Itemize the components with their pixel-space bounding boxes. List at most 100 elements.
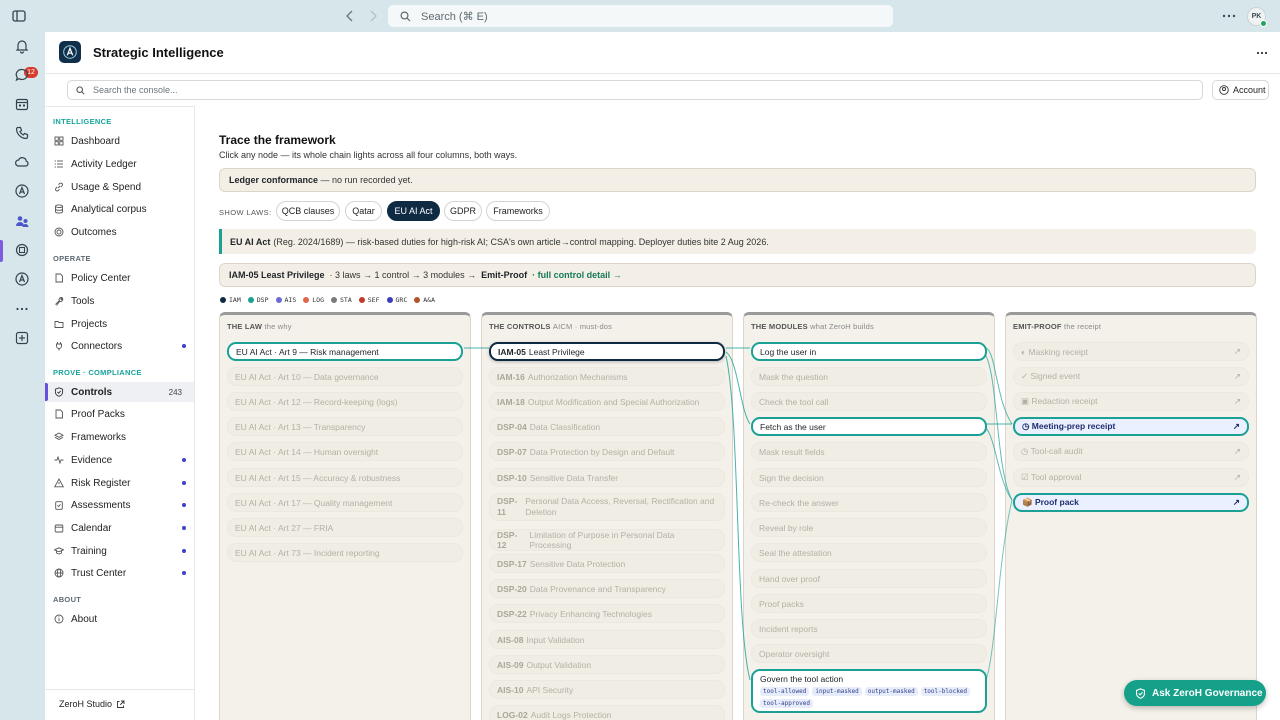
graduation-cap-icon [54,546,64,556]
control-node[interactable]: AIS-09 Output Validation [489,655,725,674]
module-node[interactable]: Log the user in [751,342,987,361]
console-search-input[interactable]: Search the console... [67,80,1203,100]
bell-icon[interactable] [13,37,31,55]
module-node[interactable]: Check the tool call [751,392,987,411]
sidebar-item-connectors[interactable]: Connectors [45,336,194,356]
control-node[interactable]: DSP-11 Personal Data Access, Reversal, Re… [489,493,725,521]
control-code: DSP-07 [497,446,527,457]
law-node[interactable]: EU AI Act · Art 9 — Risk management [227,342,463,361]
ask-zeroh-governance-button[interactable]: Ask ZeroH Governance [1124,680,1266,706]
module-node[interactable]: Hand over proof [751,569,987,588]
module-node[interactable]: Mask result fields [751,442,987,461]
sidebar-item-projects[interactable]: Projects [45,314,194,334]
sidebar-item-activity-ledger[interactable]: Activity Ledger [45,154,194,174]
module-node[interactable]: Operator oversight [751,644,987,663]
sidebar-item-policy-center[interactable]: Policy Center [45,268,194,288]
account-button[interactable]: Account [1212,80,1269,100]
control-node[interactable]: DSP-17 Sensitive Data Protection [489,554,725,573]
law-node[interactable]: EU AI Act · Art 13 — Transparency [227,417,463,436]
proof-node-tool-approval[interactable]: ☑ Tool approval ↗ [1013,468,1249,487]
law-chip-eu-ai-act[interactable]: EU AI Act [387,201,440,221]
sidebar-item-analytical-corpus[interactable]: Analytical corpus [45,199,194,219]
sidebar-toggle-icon[interactable] [12,9,26,23]
zeroh-studio-link[interactable]: ZeroH Studio [59,699,125,709]
module-node[interactable]: Re-check the answer [751,493,987,512]
control-node[interactable]: DSP-10 Sensitive Data Transfer [489,468,725,487]
sidebar-item-tools[interactable]: Tools [45,291,194,311]
governance-icon[interactable] [13,212,31,230]
calendar-icon[interactable] [13,95,31,113]
law-chip-gdpr[interactable]: GDPR [444,201,482,221]
control-code: DSP-11 [497,496,518,517]
avatar[interactable]: PK [1247,7,1267,27]
control-node[interactable]: AIS-08 Input Validation [489,630,725,649]
sidebar-item-calendar[interactable]: Calendar [45,518,194,538]
back-arrow-icon[interactable] [343,9,357,23]
chat-icon[interactable] [13,66,31,84]
module-node[interactable]: Sign the decision [751,468,987,487]
module-node[interactable]: Seal the attestation [751,543,987,562]
proof-node-tool-call-audit[interactable]: ◷ Tool-call audit ↗ [1013,442,1249,461]
control-node[interactable]: DSP-07 Data Protection by Design and Defa… [489,442,725,461]
control-node[interactable]: IAM-05 Least Privilege [489,342,725,361]
module-node[interactable]: Fetch as the user [751,417,987,436]
module-node[interactable]: Proof packs [751,594,987,613]
shield-check-icon [1135,687,1146,699]
proof-node-redaction-receipt[interactable]: ▣ Redaction receipt ↗ [1013,392,1249,411]
sidebar-item-usage-spend[interactable]: Usage & Spend [45,177,194,197]
control-node[interactable]: DSP-22 Privacy Enhancing Technologies [489,604,725,623]
sidebar-item-frameworks[interactable]: Frameworks [45,427,194,447]
law-node[interactable]: EU AI Act · Art 14 — Human oversight [227,442,463,461]
control-node[interactable]: DSP-04 Data Classification [489,417,725,436]
zeroh-secondary-icon[interactable] [13,270,31,288]
module-node[interactable]: Incident reports [751,619,987,638]
more-apps-icon[interactable] [13,300,31,318]
control-node[interactable]: IAM-16 Authorization Mechanisms [489,367,725,386]
sidebar-item-outcomes[interactable]: Outcomes [45,222,194,242]
phone-icon[interactable] [13,124,31,142]
sidebar-item-assessments[interactable]: Assessments [45,495,194,515]
sidebar-item-trust-center[interactable]: Trust Center [45,563,194,583]
analytics-icon[interactable] [13,241,31,259]
sidebar-item-dashboard[interactable]: Dashboard [45,131,194,151]
cloud-icon[interactable] [13,153,31,171]
sidebar-item-about[interactable]: About [45,609,194,629]
forward-arrow-icon[interactable] [366,9,380,23]
add-app-icon[interactable] [13,329,31,347]
law-chip-frameworks[interactable]: Frameworks [486,201,550,221]
control-node[interactable]: AIS-10 API Security [489,680,725,699]
control-node[interactable]: DSP-20 Data Provenance and Transparency [489,579,725,598]
proof-node-signed-event[interactable]: ✓ Signed event ↗ [1013,367,1249,386]
law-node[interactable]: EU AI Act · Art 27 — FRIA [227,518,463,537]
sidebar-item-controls[interactable]: Controls 243 [45,382,194,402]
module-node[interactable]: Mask the question [751,367,987,386]
control-node[interactable]: IAM-18 Output Modification and Special Au… [489,392,725,411]
more-horizontal-icon[interactable] [1256,47,1268,59]
ledger-conformance-title: Ledger conformance [229,175,319,185]
law-node[interactable]: EU AI Act · Art 10 — Data governance [227,367,463,386]
section-operate: OPERATE [53,254,91,263]
law-node[interactable]: EU AI Act · Art 73 — Incident reporting [227,543,463,562]
sidebar-item-risk-register[interactable]: Risk Register [45,473,194,493]
control-node[interactable]: LOG-02 Audit Logs Protection [489,705,725,720]
more-horizontal-icon[interactable] [1221,9,1237,23]
console-search-placeholder: Search the console... [93,85,178,95]
proof-node-proof-pack[interactable]: 📦 Proof pack ↗ [1013,493,1249,512]
law-chip-qcb[interactable]: QCB clauses [276,201,340,221]
global-search-input[interactable]: Search (⌘ E) [388,5,893,27]
proof-node-meeting-prep-receipt[interactable]: ◷ Meeting-prep receipt ↗ [1013,417,1249,436]
control-node[interactable]: DSP-12 Limitation of Purpose in Personal … [489,529,725,551]
proof-node-masking-receipt[interactable]: ◐ Masking receipt ↗ [1013,342,1249,361]
sidebar-item-evidence[interactable]: Evidence [45,450,194,470]
law-node[interactable]: EU AI Act · Art 17 — Quality management [227,493,463,512]
law-node[interactable]: EU AI Act · Art 12 — Record-keeping (log… [227,392,463,411]
zeroh-logo-icon[interactable] [13,182,31,200]
control-name: API Security [526,684,574,695]
full-control-detail-link[interactable]: · full control detail → [532,270,622,280]
law-node[interactable]: EU AI Act · Art 15 — Accuracy & robustne… [227,468,463,487]
module-node[interactable]: Reveal by role [751,518,987,537]
sidebar-item-proof-packs[interactable]: Proof Packs [45,404,194,424]
sidebar-item-training[interactable]: Training [45,541,194,561]
module-govern-tool-action[interactable]: Govern the tool action tool-allowed input… [751,669,987,713]
law-chip-qatar[interactable]: Qatar [345,201,382,221]
